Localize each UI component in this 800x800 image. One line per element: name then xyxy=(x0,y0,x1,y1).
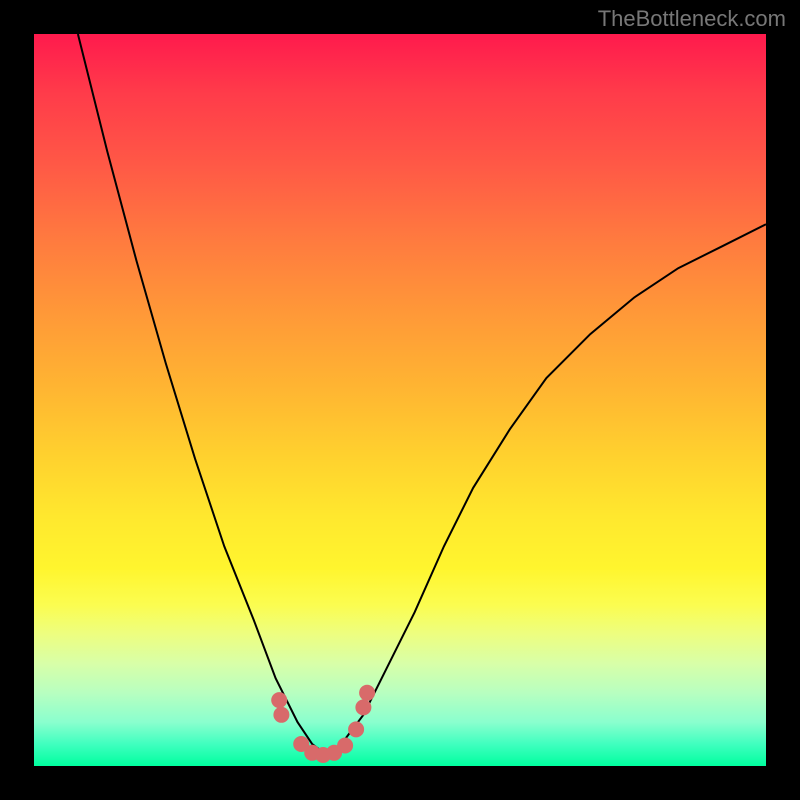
curve-layer xyxy=(34,34,766,766)
highlight-dot xyxy=(359,685,375,701)
highlight-dot xyxy=(273,707,289,723)
plot-area xyxy=(34,34,766,766)
highlight-dot xyxy=(271,692,287,708)
highlight-dot xyxy=(348,721,364,737)
bottleneck-curve xyxy=(78,34,766,755)
highlight-markers xyxy=(271,685,375,763)
highlight-dot xyxy=(355,699,371,715)
chart-frame: TheBottleneck.com xyxy=(0,0,800,800)
highlight-dot xyxy=(337,738,353,754)
watermark-text: TheBottleneck.com xyxy=(598,6,786,32)
